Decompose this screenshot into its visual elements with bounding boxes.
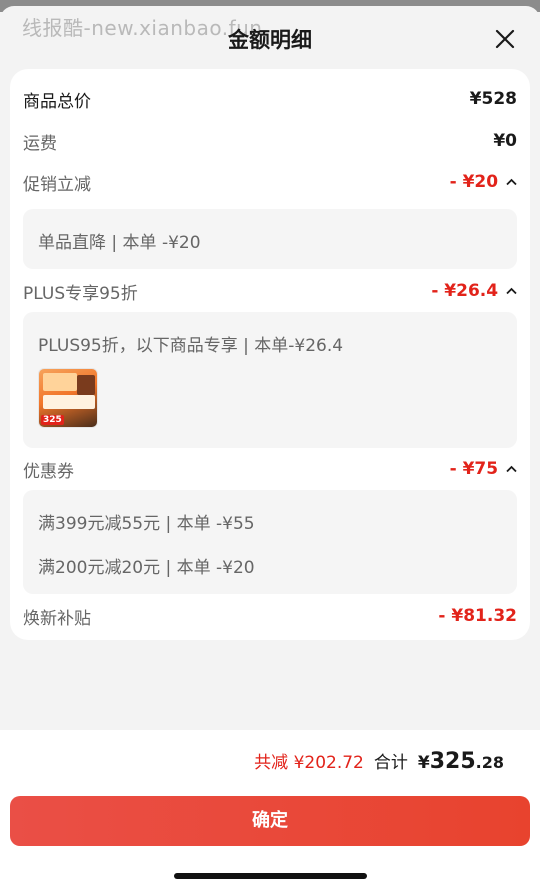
amount-detail-sheet: 线报酷-new.xianbao.fun 金额明细 商品总价 ¥528 运费 ¥0… <box>0 6 540 883</box>
chevron-up-icon <box>506 178 517 186</box>
row-plus[interactable]: PLUS专享95折 - ¥26.4 <box>23 276 517 306</box>
row-shipping: 运费 ¥0 <box>23 126 517 156</box>
product-thumbnail[interactable]: 325 <box>38 368 98 428</box>
row-subsidy: 焕新补贴 - ¥81.32 <box>23 601 517 631</box>
coupon-detail: 满200元减20元 | 本单 -¥20 <box>38 558 255 578</box>
plus-detail: PLUS95折，以下商品专享 | 本单-¥26.4 <box>38 336 344 356</box>
sheet-title: 金额明细 <box>228 28 312 52</box>
row-coupon[interactable]: 优惠券 - ¥75 <box>23 454 517 484</box>
row-subsidy-label: 焕新补贴 <box>23 608 91 629</box>
row-plus-value-wrap: - ¥26.4 <box>431 281 517 301</box>
row-subsidy-value: - ¥81.32 <box>438 606 517 626</box>
close-button[interactable] <box>492 26 518 52</box>
row-promo-value: - ¥20 <box>449 172 499 192</box>
row-total: 商品总价 ¥528 <box>23 84 517 114</box>
plus-detail-box: PLUS95折，以下商品专享 | 本单-¥26.4 325 <box>23 312 517 448</box>
total-currency: ¥ <box>417 753 430 773</box>
row-coupon-value-wrap: - ¥75 <box>450 459 517 479</box>
row-plus-value: - ¥26.4 <box>431 281 499 301</box>
row-total-label: 商品总价 <box>23 91 91 112</box>
promo-detail: 单品直降 | 本单 -¥20 <box>38 233 201 253</box>
row-promo[interactable]: 促销立减 - ¥20 <box>23 167 517 197</box>
home-indicator[interactable] <box>174 873 367 879</box>
total-label: 合计 <box>373 753 408 773</box>
row-shipping-value: ¥0 <box>493 131 517 151</box>
thumb-block <box>43 395 95 409</box>
close-icon <box>495 29 515 49</box>
promo-detail-box: 单品直降 | 本单 -¥20 <box>23 209 517 269</box>
bottom-bar: 共减 ¥202.72 合计 ¥325.28 确定 <box>0 730 540 883</box>
coupon-detail-box: 满399元减55元 | 本单 -¥55 满200元减20元 | 本单 -¥20 <box>23 490 517 594</box>
thumb-block <box>77 375 95 395</box>
row-plus-label: PLUS专享95折 <box>23 283 138 304</box>
total-amount: ¥325.28 <box>418 749 504 774</box>
total-saved: 共减 ¥202.72 <box>254 753 364 773</box>
confirm-button[interactable]: 确定 <box>10 796 530 846</box>
row-promo-label: 促销立减 <box>23 174 91 195</box>
thumb-price-badge: 325 <box>41 415 64 425</box>
amount-card: 商品总价 ¥528 运费 ¥0 促销立减 - ¥20 单品直降 | 本单 -¥2… <box>10 69 530 640</box>
chevron-up-icon <box>506 287 517 295</box>
total-integer: 325 <box>429 749 476 774</box>
row-coupon-value: - ¥75 <box>449 459 499 479</box>
coupon-detail: 满399元减55元 | 本单 -¥55 <box>38 514 255 534</box>
thumb-block <box>43 373 77 391</box>
row-coupon-label: 优惠券 <box>23 461 74 482</box>
row-shipping-label: 运费 <box>23 133 57 154</box>
chevron-up-icon <box>506 465 517 473</box>
row-total-value: ¥528 <box>469 89 517 109</box>
price-summary: 共减 ¥202.72 合计 ¥325.28 <box>254 748 504 774</box>
total-decimal: .28 <box>475 753 504 772</box>
row-promo-value-wrap: - ¥20 <box>450 172 517 192</box>
